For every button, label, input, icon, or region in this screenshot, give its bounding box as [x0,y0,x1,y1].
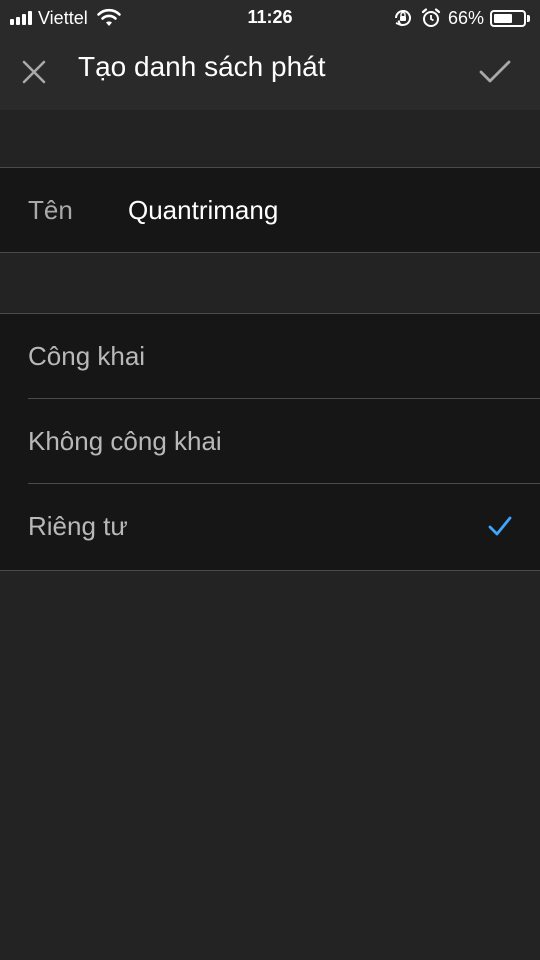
battery-cap [527,14,530,22]
divider [0,570,540,571]
page-title: Tạo danh sách phát [78,51,326,82]
app-header: Tạo danh sách phát [0,36,540,110]
close-icon [22,60,46,84]
battery-fill [494,13,512,23]
privacy-option-public[interactable]: Công khai [0,314,540,399]
privacy-options: Công khai Không công khai Riêng tư [0,314,540,570]
alarm-icon [421,8,441,27]
battery-percent: 66% [447,7,484,28]
selected-check-icon [488,516,512,536]
privacy-option-private[interactable]: Riêng tư [0,484,540,569]
confirm-button[interactable] [472,52,518,92]
option-label: Không công khai [28,426,222,456]
status-bar: Viettel 11:26 66% [0,0,540,36]
name-input[interactable]: Quantrimang [128,195,278,226]
divider [0,252,540,253]
close-button[interactable] [14,52,54,92]
status-bar-right: 66% [392,6,530,30]
option-label: Công khai [28,341,146,371]
privacy-option-unlisted[interactable]: Không công khai [0,399,540,484]
name-label: Tên [28,195,73,225]
orientation-lock-icon [394,9,411,27]
battery-icon [490,9,526,27]
checkmark-icon [479,60,511,83]
name-field-row[interactable]: Tên Quantrimang [0,168,540,252]
option-label: Riêng tư [28,511,128,541]
screen: Viettel 11:26 66% Tạo danh sách phát Tên… [0,0,540,960]
